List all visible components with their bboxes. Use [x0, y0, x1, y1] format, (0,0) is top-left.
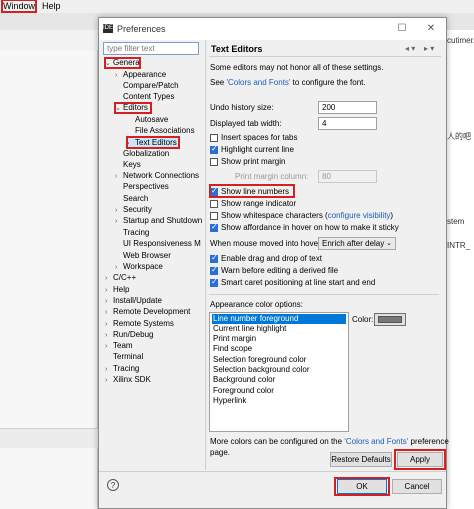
colors-fonts-link[interactable]: 'Colors and Fonts': [226, 78, 290, 87]
drag-drop-checkbox[interactable]: [210, 253, 218, 263]
cancel-button[interactable]: Cancel: [392, 479, 442, 494]
undo-history-input[interactable]: 200: [318, 101, 377, 114]
menubar: Window Help: [0, 0, 474, 13]
affordance-label: Show affordance in hover on how to make …: [221, 223, 399, 232]
highlight-text-editors: [126, 136, 180, 149]
appearance-label: Appearance color options:: [210, 300, 303, 309]
title-separator: [209, 56, 441, 57]
warn-derived-checkbox[interactable]: [210, 265, 218, 275]
list-item[interactable]: Selection background color: [212, 365, 310, 375]
range-indicator-label: Show range indicator: [221, 199, 297, 208]
list-item[interactable]: Line number foreground: [212, 314, 346, 324]
help-icon[interactable]: ?: [107, 479, 119, 491]
undo-history-label: Undo history size:: [210, 103, 274, 112]
insert-spaces-checkbox[interactable]: [210, 134, 218, 142]
back-icon[interactable]: ◂ ▾: [405, 44, 415, 53]
background-text: stem: [447, 217, 465, 226]
colors-fonts-hint: See 'Colors and Fonts' to configure the …: [210, 78, 366, 87]
list-item[interactable]: Background color: [212, 375, 275, 385]
appearance-separator: [209, 294, 439, 295]
menu-window[interactable]: Window: [0, 0, 38, 13]
highlight-editors: [114, 102, 152, 114]
dialog-title: Preferences: [117, 24, 166, 34]
hover-label: When mouse moved into hover:: [210, 239, 323, 248]
tree-item-ui-responsiveness[interactable]: UI Responsiveness M: [115, 238, 201, 250]
app-icon: IDE: [103, 24, 114, 33]
list-item[interactable]: Find scope: [212, 344, 252, 354]
smart-caret-label: Smart caret positioning at line start an…: [221, 278, 376, 287]
preferences-tree: ⌄ General › Appearance Compare/Patch Conte…: [101, 57, 202, 465]
configure-visibility-link[interactable]: configure visibility: [328, 211, 391, 220]
tree-item-remote-development[interactable]: › Remote Development: [105, 306, 190, 318]
preferences-dialog: IDE Preferences ☐ ✕ type filter text ⌄ Ge…: [98, 17, 449, 509]
restore-defaults-button[interactable]: Restore Defaults: [330, 452, 392, 467]
list-item[interactable]: Selection foreground color: [212, 355, 306, 365]
tree-item-c-cpp[interactable]: › C/C++: [105, 272, 136, 284]
editors-note: Some editors may not honor all of these …: [210, 63, 384, 72]
more-colors-note: More colors can be configured on the 'Co…: [210, 437, 449, 446]
highlight-general: [104, 57, 141, 69]
background-text: INTR_: [447, 241, 471, 250]
print-margin-checkbox[interactable]: [210, 158, 218, 166]
pane-divider[interactable]: [205, 40, 206, 470]
menu-help[interactable]: Help: [42, 1, 61, 11]
minimize-icon[interactable]: ☐: [395, 22, 409, 36]
background-toolbar: [0, 30, 100, 50]
bottom-separator: [99, 471, 446, 472]
page-title: Text Editors: [211, 44, 263, 54]
print-margin-column-label: Print margin column:: [235, 172, 309, 181]
tree-item-perspectives[interactable]: Perspectives: [115, 181, 169, 193]
insert-spaces-label: Insert spaces for tabs: [221, 133, 298, 142]
print-margin-label: Show print margin: [221, 157, 286, 166]
color-picker-button[interactable]: [374, 313, 406, 326]
whitespace-checkbox[interactable]: [210, 212, 218, 220]
tab-width-input[interactable]: 4: [318, 117, 377, 130]
highlight-line-label: Highlight current line: [221, 145, 294, 154]
background-text: 人的吧: [447, 132, 471, 141]
chevron-down-icon: ⌄: [386, 240, 392, 247]
highlight-line-checkbox[interactable]: [210, 144, 218, 154]
warn-derived-label: Warn before editing a derived file: [221, 266, 339, 275]
background-editor: [446, 30, 474, 509]
whitespace-label: Show whitespace characters (configure vi…: [221, 211, 394, 220]
tree-item-terminal[interactable]: Terminal: [105, 351, 143, 363]
color-options-list[interactable]: Line number foreground Current line high…: [209, 312, 349, 432]
tree-item-xilinx-sdk[interactable]: › Xilinx SDK: [105, 374, 151, 386]
list-item[interactable]: Current line highlight: [212, 324, 286, 334]
range-indicator-checkbox[interactable]: [210, 200, 218, 208]
tab-width-label: Displayed tab width:: [210, 119, 282, 128]
list-item[interactable]: Hyperlink: [212, 396, 246, 406]
tree-item-startup-shutdown[interactable]: › Startup and Shutdown: [115, 215, 202, 227]
background-text: cutimer.: [447, 36, 474, 45]
filter-input[interactable]: type filter text: [103, 42, 199, 55]
smart-caret-checkbox[interactable]: [210, 277, 218, 287]
more-colors-link[interactable]: 'Colors and Fonts': [344, 437, 408, 446]
highlight-apply: [394, 449, 446, 470]
list-item[interactable]: Foreground color: [212, 386, 274, 396]
chevron-right-icon[interactable]: ›: [105, 375, 113, 387]
print-margin-column-input: 80: [318, 170, 377, 183]
color-swatch: [378, 316, 402, 323]
drag-drop-label: Enable drag and drop of text: [221, 254, 322, 263]
dialog-titlebar: IDE Preferences ☐ ✕: [99, 18, 446, 40]
color-label: Color:: [352, 315, 374, 324]
forward-icon[interactable]: ▸ ▾: [424, 44, 434, 53]
list-item[interactable]: Print margin: [212, 334, 256, 344]
background-bottom-pane: [0, 428, 98, 448]
affordance-checkbox[interactable]: [210, 222, 218, 232]
highlight-line-numbers: [209, 184, 295, 198]
highlight-ok: [334, 477, 390, 496]
more-colors-note-line2: page.: [210, 448, 231, 457]
hover-select[interactable]: Enrich after delay ⌄: [318, 237, 396, 250]
close-icon[interactable]: ✕: [424, 22, 438, 36]
